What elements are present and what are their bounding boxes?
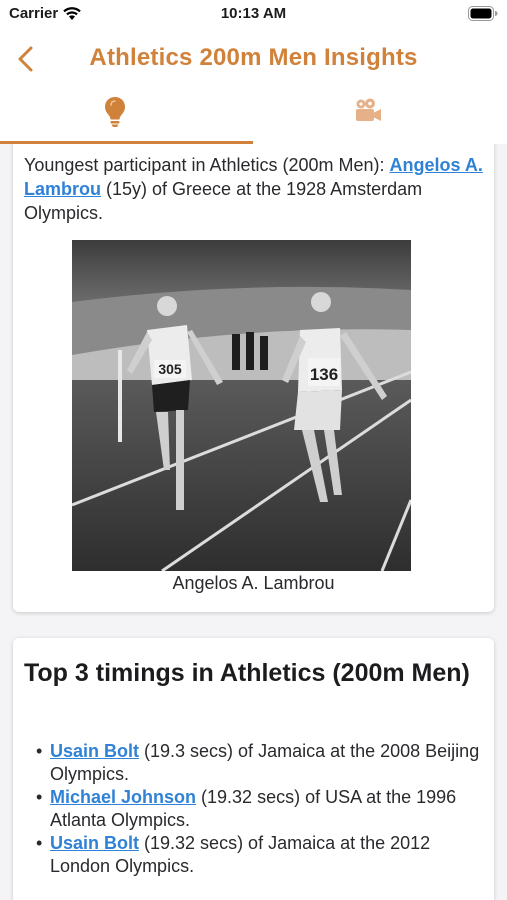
tab-videos[interactable]	[253, 88, 506, 144]
athlete-photo: 305 136	[72, 240, 411, 571]
battery-icon	[468, 6, 498, 21]
svg-text:136: 136	[310, 365, 338, 384]
top-timings-card: Top 3 timings in Athletics (200m Men) • U…	[13, 638, 494, 900]
athlete-link[interactable]: Usain Bolt	[50, 833, 139, 853]
list-item: • Usain Bolt (19.32 secs) of Jamaica at t…	[36, 833, 431, 876]
clock: 10:13 AM	[220, 5, 287, 22]
list-item: • Usain Bolt (19.3 secs) of Jamaica at th…	[36, 741, 480, 784]
tab-bar	[0, 88, 507, 144]
navigation-bar: Athletics 200m Men Insights	[0, 30, 507, 88]
athlete-link[interactable]: Usain Bolt	[50, 741, 139, 761]
top-timings-list: • Usain Bolt (19.3 secs) of Jamaica at th…	[24, 740, 486, 878]
svg-text:305: 305	[158, 361, 182, 377]
tab-insights[interactable]	[0, 88, 253, 144]
list-item: • Michael Johnson (19.32 secs) of USA at …	[36, 787, 457, 830]
page-title: Athletics 200m Men Insights	[89, 44, 418, 71]
top-timings-heading: Top 3 timings in Athletics (200m Men)	[24, 659, 470, 687]
athlete-link[interactable]: Michael Johnson	[50, 787, 196, 807]
youngest-participant-card: Youngest participant in Athletics (200m …	[13, 144, 494, 612]
youngest-participant-text: Youngest participant in Athletics (200m …	[24, 155, 483, 223]
insights-scroll-view[interactable]: Youngest participant in Athletics (200m …	[0, 144, 507, 900]
photo-caption: Angelos A. Lambrou	[172, 573, 335, 593]
movie-camera-icon	[356, 98, 381, 121]
lightbulb-icon	[105, 97, 125, 127]
status-bar: Carrier 10:13 AM	[0, 0, 507, 30]
